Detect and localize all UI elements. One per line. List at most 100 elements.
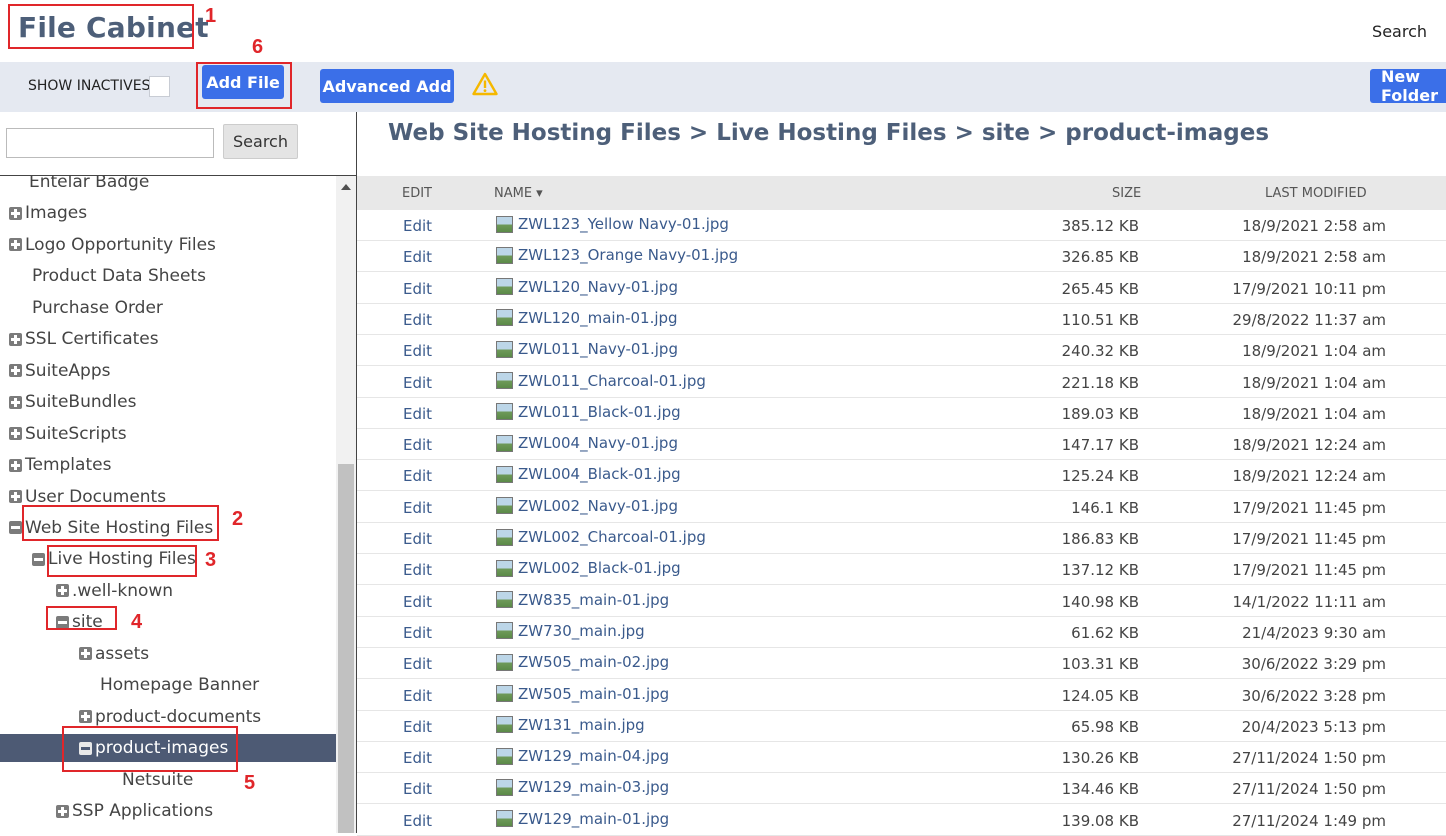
file-size: 221.18 KB: [1061, 373, 1139, 392]
edit-link[interactable]: Edit: [403, 405, 432, 423]
file-name-link[interactable]: ZW129_main-01.jpg: [496, 810, 669, 828]
table-row: Edit ZWL004_Navy-01.jpg 147.17 KB 18/9/2021…: [357, 429, 1446, 461]
edit-link[interactable]: Edit: [403, 467, 432, 485]
file-name-link[interactable]: ZWL004_Black-01.jpg: [496, 465, 681, 483]
file-name-link[interactable]: ZWL002_Charcoal-01.jpg: [496, 528, 706, 546]
table-row: Edit ZWL002_Navy-01.jpg 146.1 KB 17/9/2021 …: [357, 492, 1446, 523]
file-name-link[interactable]: ZW131_main.jpg: [496, 716, 645, 734]
folder-tree-item[interactable]: Homepage Banner: [0, 671, 336, 699]
column-header-last-modified[interactable]: LAST MODIFIED: [1265, 186, 1367, 201]
expand-plus-icon[interactable]: [9, 490, 22, 503]
file-name-link[interactable]: ZW505_main-02.jpg: [496, 653, 669, 671]
edit-link[interactable]: Edit: [403, 593, 432, 611]
expand-plus-icon[interactable]: [9, 206, 22, 220]
folder-search-bar: Search: [0, 112, 356, 176]
file-name-text: ZWL002_Navy-01.jpg: [518, 496, 678, 515]
file-name-link[interactable]: ZWL002_Navy-01.jpg: [496, 497, 678, 515]
image-file-icon: [496, 559, 513, 577]
file-name-link[interactable]: ZWL004_Navy-01.jpg: [496, 434, 678, 452]
folder-search-input[interactable]: [6, 128, 214, 158]
expand-plus-icon[interactable]: [9, 395, 22, 409]
file-name-text: ZW129_main-04.jpg: [518, 747, 670, 766]
scrollbar-thumb[interactable]: [338, 464, 354, 833]
edit-link[interactable]: Edit: [403, 718, 432, 736]
edit-link[interactable]: Edit: [403, 217, 432, 235]
global-search-link[interactable]: Search: [1372, 22, 1427, 41]
folder-tree-item-label: SuiteApps: [25, 360, 111, 381]
file-name-link[interactable]: ZWL011_Charcoal-01.jpg: [496, 372, 706, 390]
edit-link[interactable]: Edit: [403, 374, 432, 392]
image-file-icon: [496, 653, 513, 671]
file-name-link[interactable]: ZWL123_Yellow Navy-01.jpg: [496, 215, 729, 233]
edit-link[interactable]: Edit: [403, 655, 432, 673]
edit-link[interactable]: Edit: [403, 342, 432, 360]
expand-plus-icon[interactable]: [9, 458, 22, 472]
folder-tree-item[interactable]: SSP Applications: [0, 797, 336, 825]
show-inactives-checkbox[interactable]: [149, 76, 170, 97]
expand-plus-icon[interactable]: [9, 427, 22, 441]
file-name-link[interactable]: ZW505_main-01.jpg: [496, 685, 669, 703]
file-last-modified: 18/9/2021 1:04 am: [1242, 404, 1386, 423]
folder-tree-item[interactable]: assets: [0, 640, 336, 668]
edit-link[interactable]: Edit: [403, 749, 432, 767]
edit-link[interactable]: Edit: [403, 812, 432, 830]
folder-tree-item[interactable]: SuiteBundles: [0, 388, 336, 416]
edit-link[interactable]: Edit: [403, 311, 432, 329]
file-last-modified: 21/4/2023 9:30 am: [1242, 623, 1386, 642]
collapse-minus-icon[interactable]: [32, 552, 45, 566]
column-header-name[interactable]: NAME ▾: [494, 186, 543, 201]
edit-link[interactable]: Edit: [403, 248, 432, 266]
scroll-up-arrow-icon[interactable]: [341, 184, 351, 190]
file-name-link[interactable]: ZWL120_main-01.jpg: [496, 309, 678, 327]
folder-tree-item[interactable]: Templates: [0, 451, 336, 479]
folder-tree-scrollbar[interactable]: [336, 176, 356, 833]
expand-plus-icon[interactable]: [79, 710, 92, 724]
edit-link[interactable]: Edit: [403, 561, 432, 579]
file-name-link[interactable]: ZW129_main-03.jpg: [496, 778, 669, 796]
collapse-minus-icon[interactable]: [9, 521, 22, 535]
folder-tree-item[interactable]: SuiteScripts: [0, 420, 336, 448]
column-header-size[interactable]: SIZE: [1112, 186, 1141, 201]
table-row: Edit ZW129_main-01.jpg 139.08 KB 27/11/2024…: [357, 805, 1446, 836]
expand-plus-icon[interactable]: [79, 647, 92, 661]
edit-link[interactable]: Edit: [403, 280, 432, 298]
folder-search-button[interactable]: Search: [223, 124, 298, 159]
file-name-link[interactable]: ZWL011_Navy-01.jpg: [496, 340, 678, 358]
file-name-link[interactable]: ZWL123_Orange Navy-01.jpg: [496, 246, 738, 264]
folder-tree-item[interactable]: Product Data Sheets: [0, 262, 336, 290]
edit-link[interactable]: Edit: [403, 687, 432, 705]
folder-tree-item[interactable]: .well-known: [0, 577, 336, 605]
advanced-add-button[interactable]: Advanced Add: [320, 69, 454, 103]
expand-plus-icon[interactable]: [56, 584, 69, 598]
file-size: 265.45 KB: [1061, 279, 1139, 298]
file-name-link[interactable]: ZW730_main.jpg: [496, 622, 645, 640]
edit-link[interactable]: Edit: [403, 530, 432, 548]
folder-tree-item[interactable]: SuiteApps: [0, 357, 336, 385]
expand-plus-icon[interactable]: [9, 238, 22, 252]
new-folder-button[interactable]: New Folder: [1370, 67, 1446, 105]
edit-link[interactable]: Edit: [403, 499, 432, 517]
edit-link[interactable]: Edit: [403, 780, 432, 798]
image-file-icon: [496, 403, 513, 421]
folder-tree-item[interactable]: Purchase Order: [0, 294, 336, 322]
annotation-box-1: [8, 4, 194, 49]
annotation-box-5: [62, 726, 238, 772]
file-name-link[interactable]: ZW835_main-01.jpg: [496, 591, 669, 609]
edit-link[interactable]: Edit: [403, 624, 432, 642]
annotation-number-2: 2: [232, 508, 244, 530]
file-name-link[interactable]: ZWL011_Black-01.jpg: [496, 403, 681, 421]
expand-plus-icon[interactable]: [9, 364, 22, 378]
file-name-link[interactable]: ZW129_main-04.jpg: [496, 747, 669, 765]
folder-tree-item[interactable]: Images: [0, 199, 336, 227]
folder-tree-item[interactable]: Entelar Badge: [0, 176, 336, 196]
image-file-icon: [496, 434, 513, 452]
file-name-link[interactable]: ZWL002_Black-01.jpg: [496, 559, 681, 577]
folder-tree-item[interactable]: Logo Opportunity Files: [0, 231, 336, 259]
expand-plus-icon[interactable]: [56, 804, 69, 818]
image-file-icon: [496, 716, 513, 734]
expand-plus-icon[interactable]: [9, 332, 22, 346]
annotation-box-2: [22, 505, 219, 541]
file-name-link[interactable]: ZWL120_Navy-01.jpg: [496, 278, 678, 296]
folder-tree-item[interactable]: SSL Certificates: [0, 325, 336, 353]
edit-link[interactable]: Edit: [403, 436, 432, 454]
